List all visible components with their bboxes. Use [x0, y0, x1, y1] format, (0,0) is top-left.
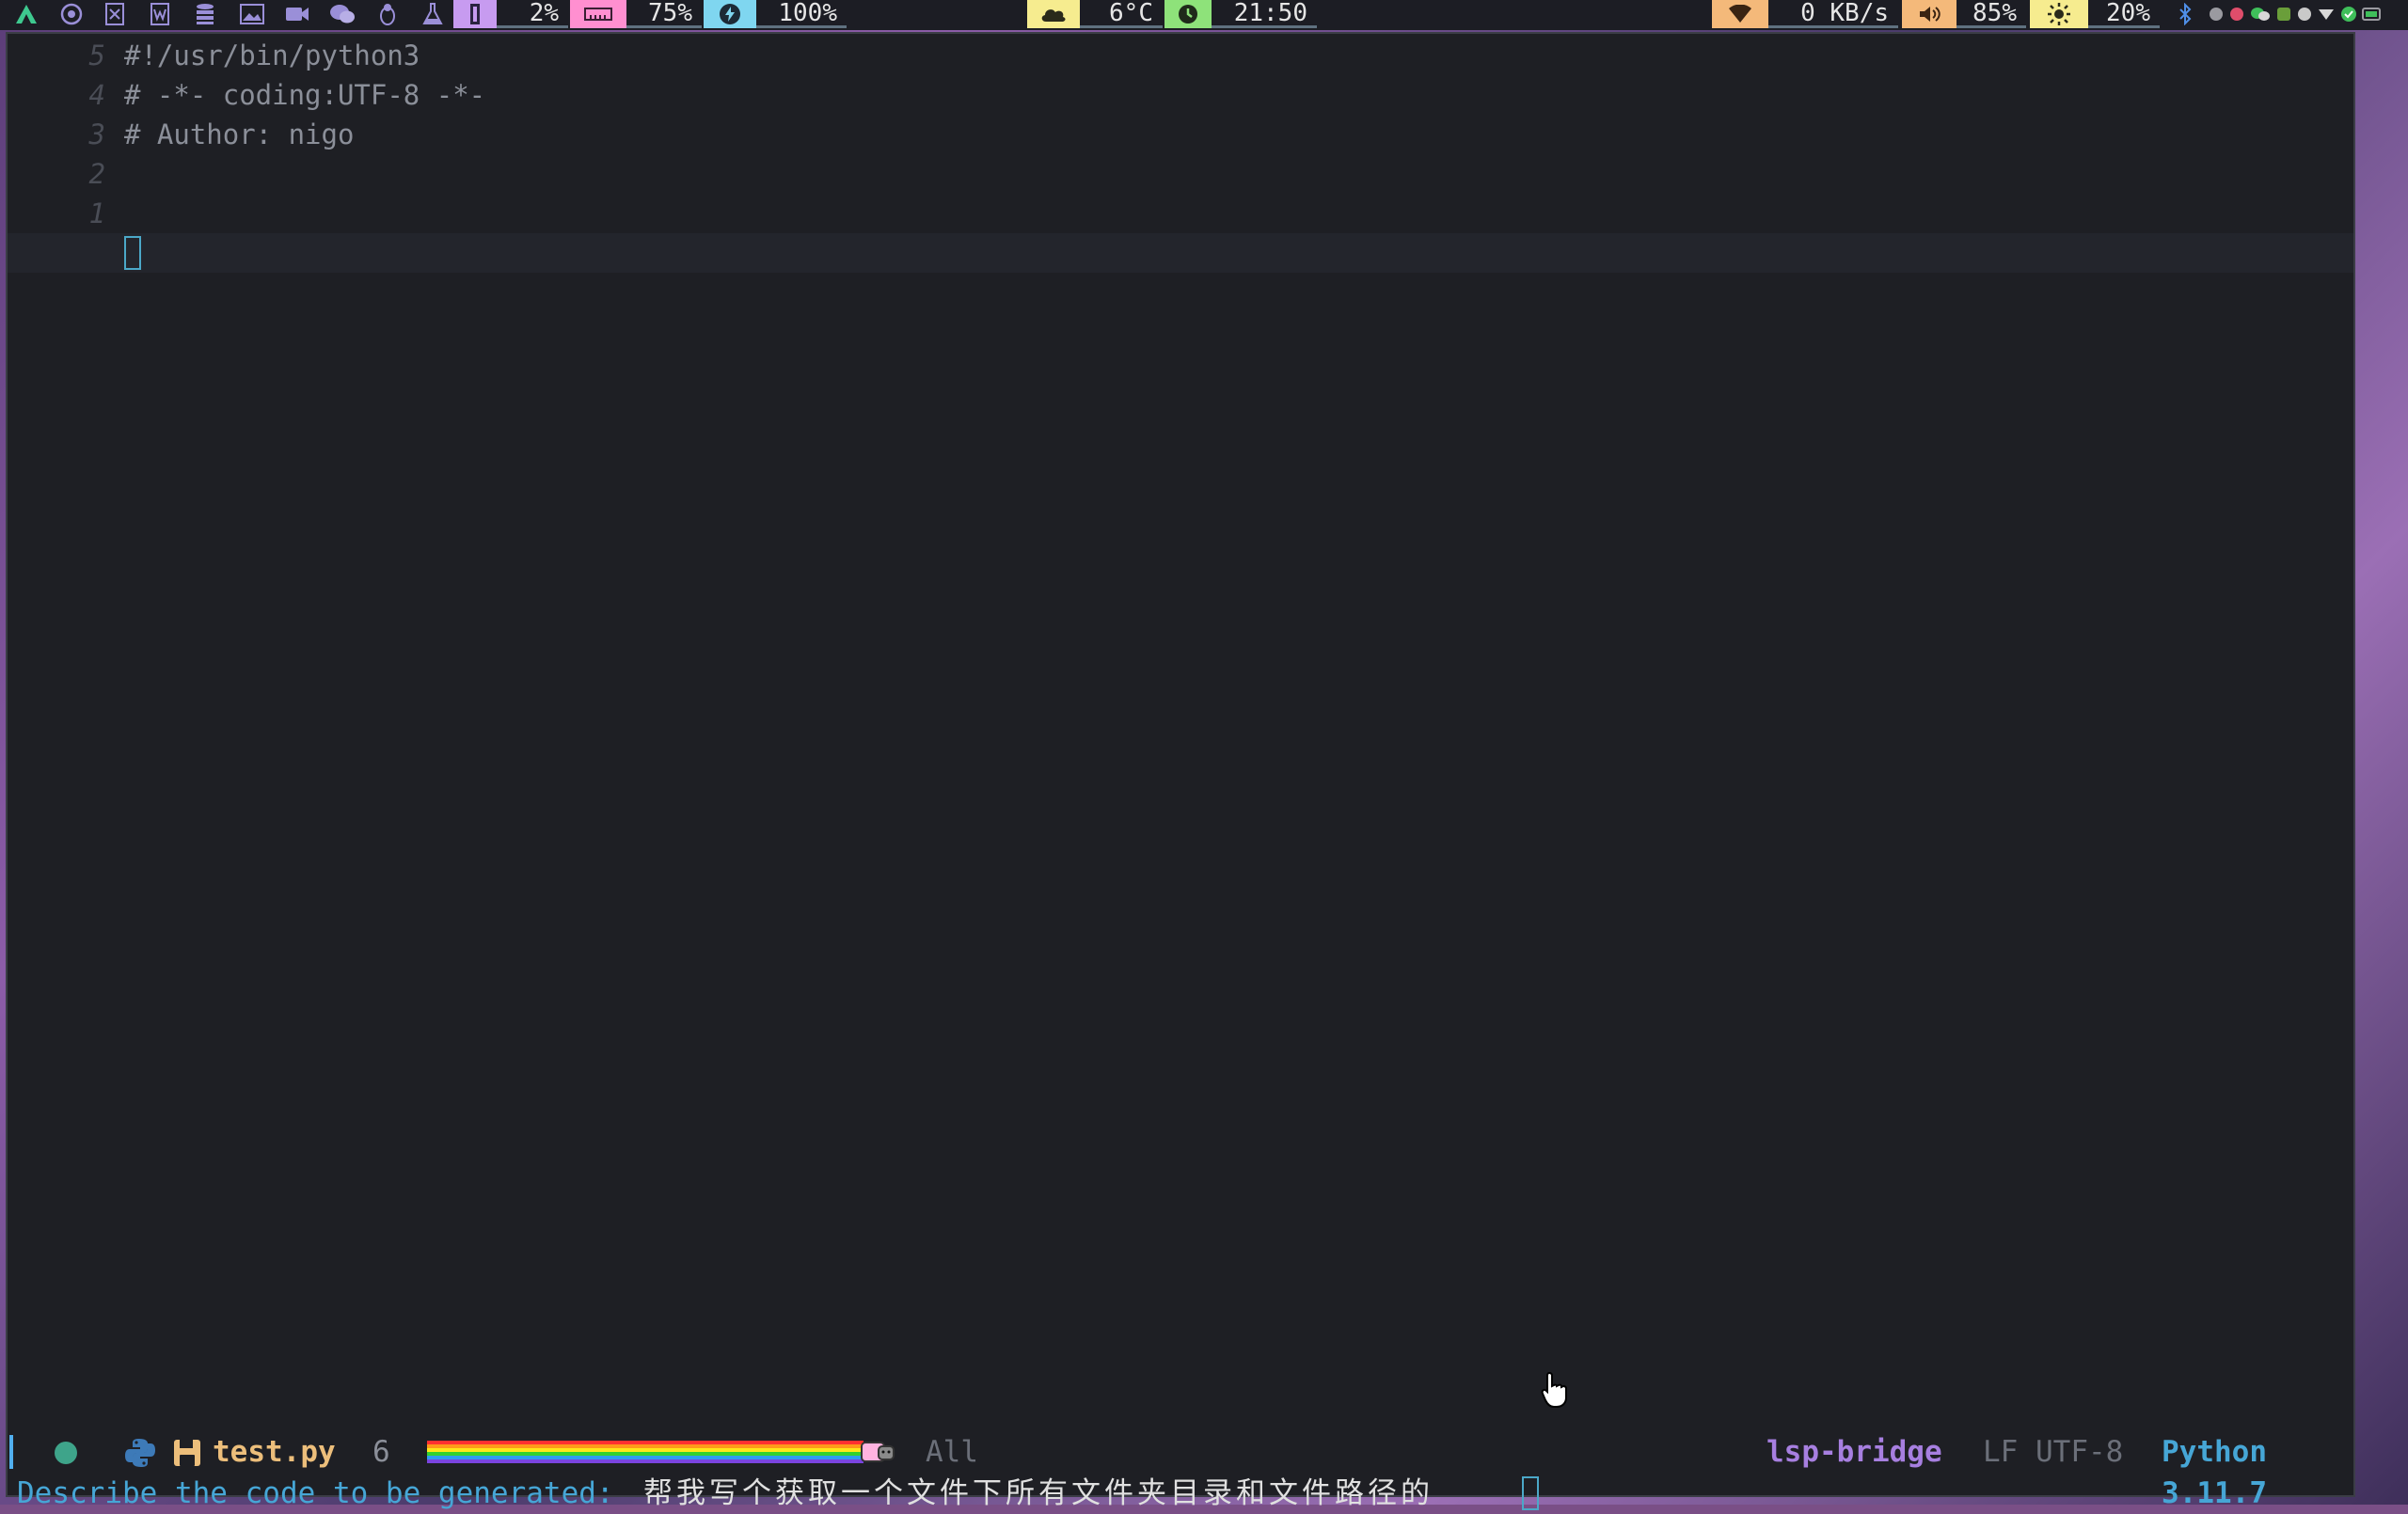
emacs-window: 5 #!/usr/bin/python3 4 # -*- coding:UTF-…	[6, 32, 2355, 1510]
volume-icon[interactable]	[1902, 0, 1956, 28]
nyan-cat-icon	[861, 1442, 895, 1462]
minibuffer-cursor	[1522, 1476, 1539, 1510]
buffer-position: All	[926, 1435, 978, 1469]
chrome-icon[interactable]	[58, 2, 85, 26]
buffer-state-icon	[55, 1442, 77, 1464]
battery-charging-icon	[704, 0, 756, 28]
cpu-usage: 2%	[497, 0, 568, 28]
line-number: 5	[88, 39, 105, 71]
tray-battery-icon[interactable]	[2361, 2, 2384, 26]
line-number: 2	[88, 158, 105, 190]
flask-icon[interactable]	[420, 2, 446, 26]
brightness-icon[interactable]	[2030, 0, 2088, 28]
file-encoding[interactable]: LF UTF-8	[1983, 1431, 2123, 1473]
tray-check-icon[interactable]	[2338, 2, 2359, 26]
database-icon[interactable]	[192, 2, 218, 26]
minibuffer-prompt: Describe the code to be generated:	[17, 1476, 614, 1510]
code-text: #!/usr/bin/python3	[124, 39, 420, 71]
tray-network-icon[interactable]	[2316, 2, 2337, 26]
buffer-filename[interactable]: test.py	[213, 1431, 336, 1473]
text-cursor	[124, 236, 141, 270]
tray-wechat-icon[interactable]	[2248, 2, 2273, 26]
top-status-bar: 2% 75% 100% 6°C 21:50 0 KB/s 85% 20%	[0, 0, 2408, 30]
lsp-status[interactable]: lsp-bridge	[1766, 1431, 1942, 1473]
tray-tool-icon[interactable]	[2274, 2, 2293, 26]
cloud-icon	[1027, 0, 1080, 28]
code-text: # -*- coding:UTF-8 -*-	[124, 79, 486, 111]
python-icon	[125, 1439, 155, 1467]
bluetooth-icon[interactable]	[2173, 2, 2197, 26]
code-text: # Author: nigo	[124, 118, 355, 150]
wechat-icon[interactable]	[329, 2, 356, 26]
minibuffer-input[interactable]: 帮我写个获取一个文件下所有文件夹目录和文件路径的	[643, 1473, 1434, 1514]
current-line[interactable]	[8, 233, 2353, 273]
line-number: 4	[88, 79, 105, 111]
active-window-indicator	[9, 1435, 13, 1469]
wifi-icon	[1712, 0, 1768, 28]
memory-usage: 75%	[626, 0, 702, 28]
linux-penguin-icon[interactable]	[374, 2, 401, 26]
editor-buffer[interactable]: 5 #!/usr/bin/python3 4 # -*- coding:UTF-…	[8, 34, 2353, 1407]
network-speed: 0 KB/s	[1768, 0, 1898, 28]
line-number: 3	[88, 118, 105, 150]
tray-music-icon[interactable]	[2227, 2, 2246, 26]
code-line[interactable]: 5 #!/usr/bin/python3	[8, 36, 2353, 75]
excel-icon[interactable]	[102, 2, 128, 26]
code-line[interactable]: 2	[8, 154, 2353, 194]
arch-launcher-icon[interactable]	[13, 2, 40, 26]
hand-pointer-icon	[1541, 1371, 1567, 1408]
video-camera-icon[interactable]	[284, 2, 310, 26]
line-number: 1	[88, 197, 105, 229]
brightness-level: 20%	[2088, 0, 2160, 28]
save-icon[interactable]	[173, 1439, 201, 1467]
tray-app-icon[interactable]	[2207, 2, 2226, 26]
code-line[interactable]: 3 # Author: nigo	[8, 115, 2353, 154]
buffer-line-count: 6	[372, 1435, 390, 1469]
tray-update-icon[interactable]	[2295, 2, 2314, 26]
clock-icon	[1164, 0, 1212, 28]
memory-icon	[570, 0, 626, 28]
code-line[interactable]: 1	[8, 194, 2353, 233]
weather-temperature: 6°C	[1080, 0, 1163, 28]
battery-level: 100%	[756, 0, 847, 28]
mode-line: test.py 6 All lsp-bridge LF UTF-8 Python…	[8, 1431, 2353, 1510]
volume-level: 85%	[1956, 0, 2026, 28]
clock-time: 21:50	[1212, 0, 1317, 28]
minibuffer[interactable]: Describe the code to be generated: 帮我写个获…	[8, 1473, 2353, 1514]
image-viewer-icon[interactable]	[239, 2, 265, 26]
code-line[interactable]: 4 # -*- coding:UTF-8 -*-	[8, 75, 2353, 115]
nyan-progress-bar	[427, 1441, 863, 1463]
word-icon[interactable]	[147, 2, 173, 26]
cpu-icon	[453, 0, 497, 28]
